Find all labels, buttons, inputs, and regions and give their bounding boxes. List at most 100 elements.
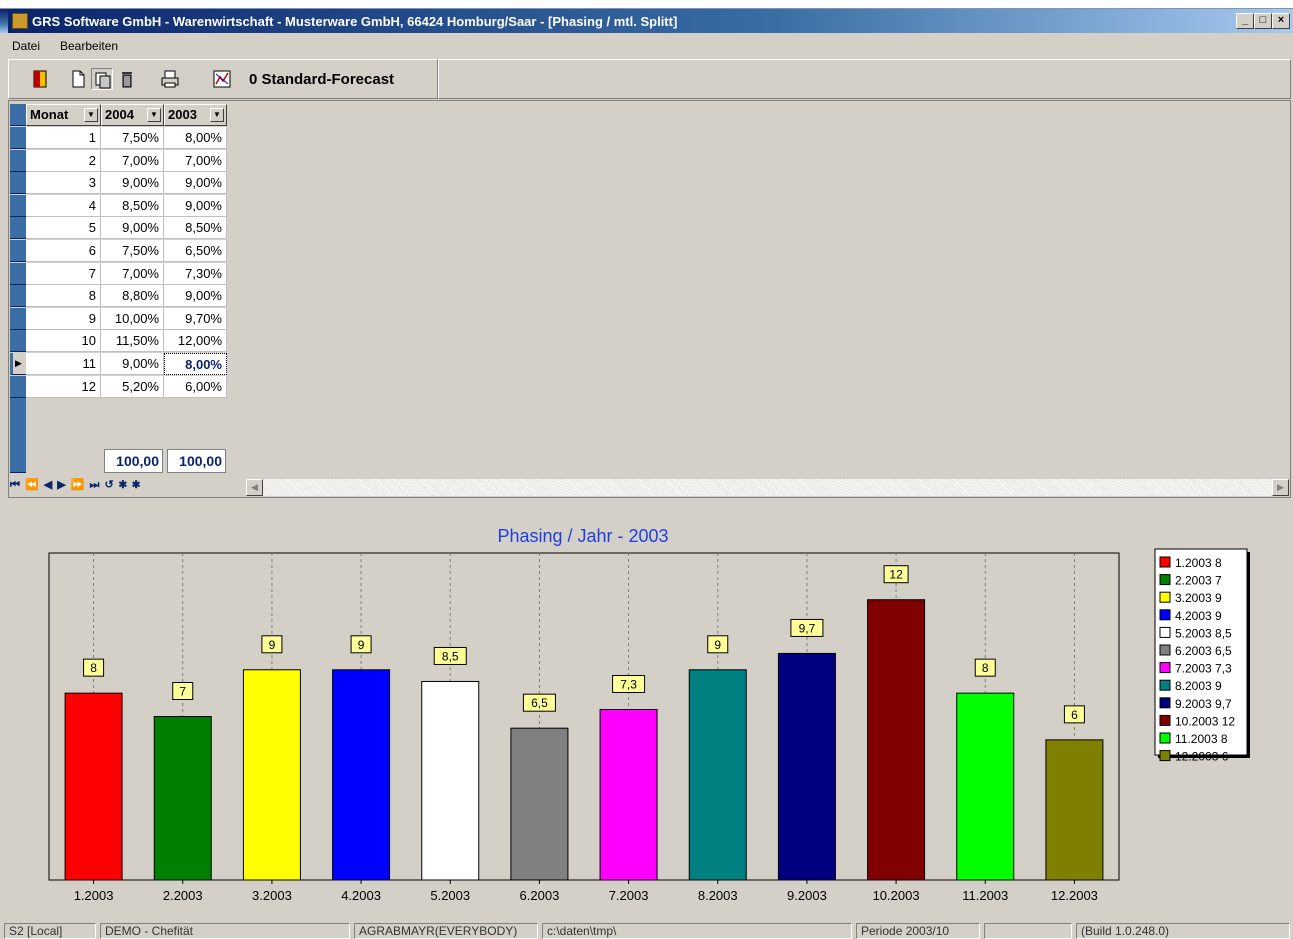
total-y2003: 100,00 — [167, 449, 226, 473]
row-selector[interactable] — [10, 194, 26, 217]
grid-cell-y2003[interactable]: 7,00% — [164, 149, 227, 172]
delete-icon[interactable] — [116, 68, 138, 90]
grid-cell-y2003[interactable]: 9,70% — [164, 307, 227, 330]
legend-swatch — [1159, 714, 1171, 726]
column-header-y2004[interactable]: 2004 ▼ — [101, 104, 164, 126]
grid-cell-y2004[interactable]: 9,00% — [101, 172, 164, 195]
legend-entry: 9.2003 9,7 — [1175, 697, 1232, 711]
grid-cell-monat[interactable]: 8 — [26, 285, 101, 308]
column-header-monat[interactable]: Monat ▼ — [26, 104, 101, 126]
row-selector[interactable] — [10, 172, 26, 195]
row-selector[interactable] — [10, 262, 26, 285]
grid-cell-y2004[interactable]: 7,00% — [101, 262, 164, 285]
grid-cell-y2004[interactable]: 9,00% — [101, 217, 164, 240]
restore-button[interactable]: □ — [1254, 13, 1272, 29]
row-selector[interactable] — [10, 217, 26, 240]
column-filter-dropdown-icon[interactable]: ▼ — [210, 108, 224, 122]
grid-cell-y2004[interactable]: 5,20% — [101, 375, 164, 398]
status-company: DEMO - Chefität — [100, 923, 350, 939]
chart-title: Phasing / Jahr - 2003 — [497, 526, 668, 546]
new-document-icon[interactable] — [67, 68, 89, 90]
x-tick-label: 11.2003 — [962, 888, 1008, 903]
scroll-left-button[interactable]: ◀ — [246, 479, 263, 496]
exit-icon[interactable] — [29, 68, 51, 90]
print-icon[interactable] — [159, 68, 181, 90]
grid-cell-monat[interactable]: 10 — [26, 330, 101, 353]
x-tick-label: 3.2003 — [252, 888, 292, 903]
grid-cell-y2003[interactable]: 12,00% — [164, 330, 227, 353]
grid-cell-y2004[interactable]: 7,50% — [101, 127, 164, 149]
menu-bearbeiten[interactable]: Bearbeiten — [60, 39, 118, 53]
grid-cell-y2003[interactable]: 9,00% — [164, 194, 227, 217]
toolbar: 0 Standard-Forecast — [8, 59, 438, 99]
status-empty — [984, 923, 1072, 939]
column-header-y2003[interactable]: 2003 ▼ — [164, 104, 227, 126]
row-selector[interactable] — [10, 240, 26, 262]
grid-cell-y2003[interactable]: 7,30% — [164, 262, 227, 285]
row-selector[interactable] — [10, 330, 26, 353]
record-navigator[interactable]: ⏮ ⏪ ◀ ▶ ⏩ ⏭ ↺ ✱ ✱ — [10, 478, 182, 495]
horizontal-scrollbar[interactable]: ◀ ▶ — [246, 478, 1289, 496]
grid-cell-monat[interactable]: 7 — [26, 262, 101, 285]
grid-cell-monat[interactable]: 12 — [26, 375, 101, 398]
legend-swatch — [1159, 697, 1171, 709]
grid-cell-y2004[interactable]: 9,00% — [101, 353, 164, 375]
bar-12.2003 — [1045, 739, 1104, 881]
status-connection: S2 [Local] — [4, 923, 96, 939]
grid-cell-y2004[interactable]: 11,50% — [101, 330, 164, 353]
grid-cell-monat[interactable]: 9 — [26, 307, 101, 330]
grid-cell-y2003[interactable]: 6,00% — [164, 375, 227, 398]
grid-cell-y2004[interactable]: 7,00% — [101, 149, 164, 172]
grid-cell-y2003[interactable]: 6,50% — [164, 240, 227, 262]
bar-10.2003 — [867, 599, 926, 881]
legend-swatch — [1159, 626, 1171, 638]
column-filter-dropdown-icon[interactable]: ▼ — [84, 108, 98, 122]
bar-1.2003 — [64, 692, 123, 881]
x-tick-label: 7.2003 — [609, 888, 649, 903]
row-selector[interactable] — [10, 149, 26, 172]
grid-cell-y2003[interactable]: 8,00% — [164, 353, 227, 375]
grid-cell-monat[interactable]: 4 — [26, 194, 101, 217]
column-filter-dropdown-icon[interactable]: ▼ — [147, 108, 161, 122]
scroll-right-button[interactable]: ▶ — [1272, 479, 1289, 496]
data-label: 9 — [714, 638, 721, 652]
x-tick-label: 9.2003 — [787, 888, 827, 903]
grid-cell-y2003[interactable]: 8,00% — [164, 127, 227, 149]
menu-datei[interactable]: Datei — [12, 39, 40, 53]
close-button[interactable]: × — [1272, 13, 1290, 29]
column-header-label: 2004 — [105, 107, 134, 122]
row-selector[interactable] — [10, 375, 26, 398]
row-selector[interactable] — [10, 127, 26, 149]
grid-cell-y2004[interactable]: 8,80% — [101, 285, 164, 308]
totals-row-selector — [10, 449, 26, 473]
x-tick-label: 2.2003 — [163, 888, 203, 903]
copy-icon[interactable] — [91, 68, 113, 90]
data-label: 6,5 — [531, 696, 548, 710]
chart-icon[interactable] — [211, 68, 233, 90]
grid-cell-monat[interactable]: 2 — [26, 149, 101, 172]
grid-cell-y2003[interactable]: 9,00% — [164, 172, 227, 195]
grid-cell-y2003[interactable]: 8,50% — [164, 217, 227, 240]
current-row-arrow-icon: ▶ — [15, 358, 22, 368]
legend-swatch — [1159, 644, 1171, 656]
row-selector[interactable] — [10, 285, 26, 308]
grid-cell-monat[interactable]: 5 — [26, 217, 101, 240]
minimize-button[interactable]: _ — [1236, 13, 1254, 29]
grid-cell-y2004[interactable]: 8,50% — [101, 194, 164, 217]
bar-7.2003 — [599, 708, 658, 881]
toolbar-background — [438, 59, 1291, 99]
row-selector-filler — [10, 398, 26, 454]
grid-cell-y2004[interactable]: 7,50% — [101, 240, 164, 262]
grid-cell-monat[interactable]: 1 — [26, 127, 101, 149]
grid-cell-y2004[interactable]: 10,00% — [101, 307, 164, 330]
grid-cell-y2003[interactable]: 9,00% — [164, 285, 227, 308]
x-tick-label: 5.2003 — [430, 888, 470, 903]
grid-cell-monat[interactable]: 6 — [26, 240, 101, 262]
status-bar: S2 [Local] DEMO - Chefität AGRABMAYR(EVE… — [0, 922, 1293, 939]
grid-cell-monat[interactable]: 11 — [26, 353, 101, 375]
app-icon[interactable] — [12, 13, 28, 29]
row-selector[interactable] — [10, 307, 26, 330]
row-selector[interactable]: ▶ — [10, 353, 26, 375]
grid-cell-monat[interactable]: 3 — [26, 172, 101, 195]
legend-entry: 2.2003 7 — [1175, 574, 1222, 588]
